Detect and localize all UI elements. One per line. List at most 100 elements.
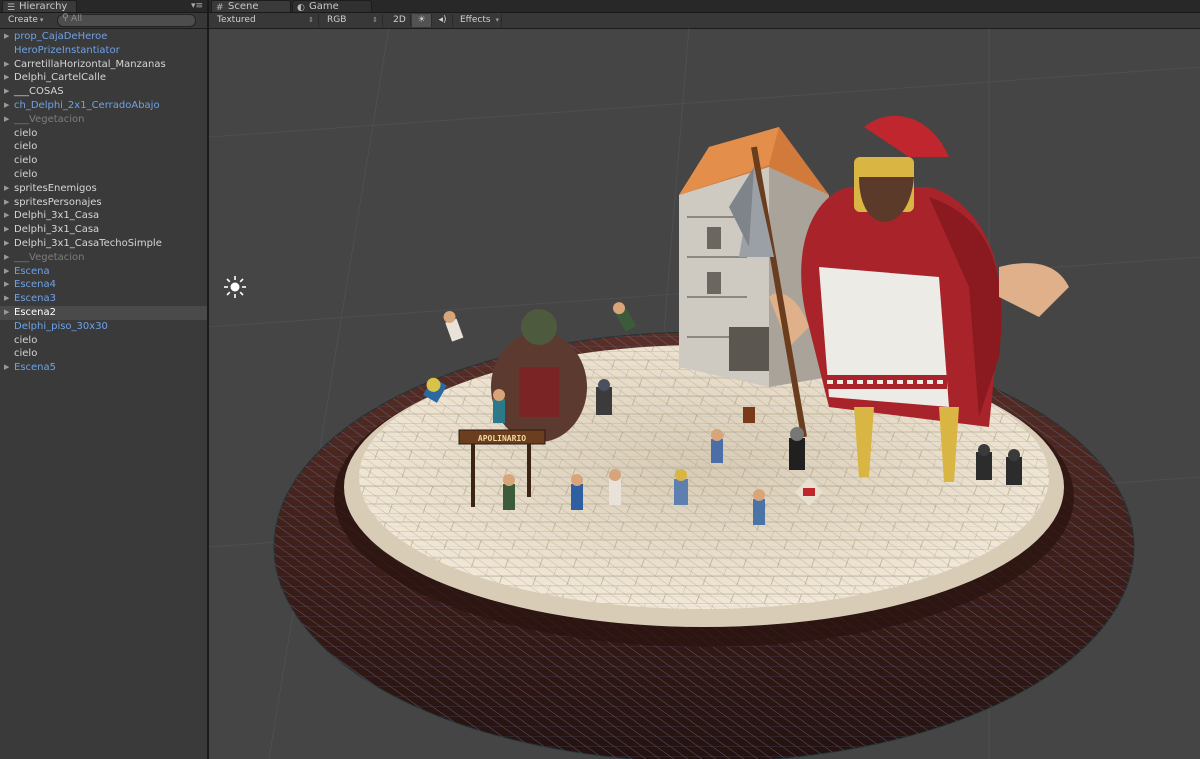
create-button[interactable]: Create ▾ <box>4 14 47 27</box>
hierarchy-item-label: Escena3 <box>14 293 57 305</box>
search-placeholder: All <box>71 14 83 24</box>
hierarchy-item-label: Delphi_CartelCalle <box>14 72 106 84</box>
hierarchy-item-label: Delphi_piso_30x30 <box>14 320 108 332</box>
toggle-2d-button[interactable]: 2D <box>389 14 411 27</box>
hierarchy-item-label: Escena2 <box>14 306 57 318</box>
expand-arrow-icon[interactable]: ▶ <box>4 306 9 320</box>
hierarchy-item[interactable]: ▶ Delphi_3x1_Casa <box>0 223 207 237</box>
hierarchy-item[interactable]: ▶ Escena2 <box>0 305 207 320</box>
speaker-icon: ◂) <box>438 15 447 25</box>
expand-arrow-icon[interactable]: ▶ <box>4 71 9 85</box>
hierarchy-item[interactable]: cielo <box>0 127 207 141</box>
hierarchy-item[interactable]: cielo <box>0 334 207 348</box>
effects-label: Effects <box>460 15 491 25</box>
expand-arrow-icon[interactable]: ▶ <box>4 113 9 127</box>
hierarchy-item[interactable]: ▶ ch_Delphi_2x1_CerradoAbajo <box>0 99 207 113</box>
hierarchy-item-label: cielo <box>14 127 38 139</box>
hierarchy-item-label: ___Vegetacion <box>14 113 85 125</box>
hierarchy-item-label: Escena5 <box>14 362 57 374</box>
hierarchy-panel: ☰ Hierarchy ▾≡ Create ▾ ⚲ All ▶ prop_CajaD… <box>0 0 209 759</box>
create-button-label: Create <box>8 15 38 25</box>
hierarchy-item[interactable]: ▶ Escena <box>0 265 207 279</box>
tab-scene[interactable]: # Scene <box>211 0 291 13</box>
hierarchy-item-label: prop_CajaDeHeroe <box>14 31 108 42</box>
expand-arrow-icon[interactable]: ▶ <box>4 85 9 99</box>
tab-game[interactable]: ◐ Game <box>292 0 372 13</box>
hierarchy-item[interactable]: Delphi_piso_30x30 <box>0 320 207 334</box>
effects-dropdown[interactable]: Effects ▾ <box>456 14 502 27</box>
hierarchy-item-label: Delphi_3x1_Casa <box>14 210 100 222</box>
hierarchy-item[interactable]: cielo <box>0 140 207 154</box>
hierarchy-item[interactable]: ▶ spritesEnemigos <box>0 182 207 196</box>
hierarchy-item-label: cielo <box>14 348 38 360</box>
hierarchy-item-label: ___COSAS <box>14 86 64 98</box>
tab-hierarchy-label: Hierarchy <box>19 1 68 12</box>
hierarchy-item-label: cielo <box>14 155 38 167</box>
hierarchy-item[interactable]: HeroPrizeInstantiator <box>0 44 207 58</box>
render-mode-dropdown[interactable]: RGB ⇕ <box>323 14 383 27</box>
expand-arrow-icon[interactable]: ▶ <box>4 58 9 72</box>
hierarchy-item-label: spritesEnemigos <box>14 182 97 194</box>
expand-arrow-icon[interactable]: ▶ <box>4 292 9 306</box>
panel-menu-icon[interactable]: ▾≡ <box>191 0 203 12</box>
hierarchy-item[interactable]: ▶ Delphi_3x1_CasaTechoSimple <box>0 237 207 251</box>
hierarchy-item-label: ___Vegetacion <box>14 251 85 263</box>
hierarchy-item-label: spritesPersonajes <box>14 196 102 208</box>
expand-arrow-icon[interactable]: ▶ <box>4 209 9 223</box>
hierarchy-item[interactable]: ▶ Escena3 <box>0 292 207 306</box>
directional-light-icon[interactable] <box>223 275 247 299</box>
chevron-down-icon: ▾ <box>495 16 499 24</box>
audio-toggle[interactable]: ◂) <box>433 14 453 27</box>
hierarchy-item[interactable]: ▶ Delphi_CartelCalle <box>0 71 207 85</box>
expand-arrow-icon[interactable]: ▶ <box>4 278 9 292</box>
hierarchy-item-label: CarretillaHorizontal_Manzanas <box>14 58 166 70</box>
hierarchy-item[interactable]: ▶ CarretillaHorizontal_Manzanas <box>0 58 207 72</box>
hierarchy-item[interactable]: ▶ Escena4 <box>0 278 207 292</box>
draw-mode-value: Textured <box>217 15 256 25</box>
hierarchy-item[interactable]: cielo <box>0 168 207 182</box>
hierarchy-item[interactable]: ▶ ___Vegetacion <box>0 113 207 127</box>
hierarchy-item[interactable]: ▶ Delphi_3x1_Casa <box>0 209 207 223</box>
chevron-down-icon: ▾ <box>39 16 44 24</box>
lighting-toggle[interactable]: ☀ <box>412 14 432 27</box>
updown-arrow-icon: ⇕ <box>372 16 378 24</box>
expand-arrow-icon[interactable]: ▶ <box>4 361 9 375</box>
hierarchy-tabbar: ☰ Hierarchy ▾≡ <box>0 0 207 13</box>
hierarchy-item-label: cielo <box>14 168 38 180</box>
hierarchy-toolbar: Create ▾ ⚲ All <box>0 13 207 29</box>
expand-arrow-icon[interactable]: ▶ <box>4 196 9 210</box>
hierarchy-item[interactable]: ▶ spritesPersonajes <box>0 196 207 210</box>
hierarchy-item-label: Delphi_3x1_CasaTechoSimple <box>14 237 162 249</box>
draw-mode-dropdown[interactable]: Textured ⇕ <box>213 14 319 27</box>
expand-arrow-icon[interactable]: ▶ <box>4 251 9 265</box>
hierarchy-item-label: Escena4 <box>14 279 57 291</box>
search-icon: ⚲ <box>62 13 69 23</box>
hierarchy-item[interactable]: ▶ Escena5 <box>0 361 207 375</box>
hierarchy-item-label: Delphi_3x1_Casa <box>14 224 100 236</box>
expand-arrow-icon[interactable]: ▶ <box>4 223 9 237</box>
hierarchy-item[interactable]: cielo <box>0 347 207 361</box>
tab-scene-label: Scene <box>228 1 259 12</box>
hierarchy-item[interactable]: ▶ ___COSAS <box>0 85 207 99</box>
scene-tabbar: # Scene ◐ Game <box>209 0 1200 13</box>
scene-panel: # Scene ◐ Game Textured ⇕ RGB ⇕ 2D ☀ ◂) … <box>209 0 1200 759</box>
expand-arrow-icon[interactable]: ▶ <box>4 265 9 279</box>
tab-game-label: Game <box>309 1 339 12</box>
sun-icon: ☀ <box>417 15 426 25</box>
hierarchy-item[interactable]: ▶ ___Vegetacion <box>0 251 207 265</box>
hierarchy-item-label: HeroPrizeInstantiator <box>14 44 120 56</box>
hierarchy-item-label: cielo <box>14 334 38 346</box>
expand-arrow-icon[interactable]: ▶ <box>4 30 9 44</box>
hierarchy-item-label: Escena <box>14 265 50 277</box>
tab-hierarchy[interactable]: ☰ Hierarchy <box>2 0 77 13</box>
expand-arrow-icon[interactable]: ▶ <box>4 99 9 113</box>
scene-viewport[interactable]: APOLINARIO <box>209 27 1200 759</box>
scene-render: APOLINARIO <box>209 27 1200 759</box>
toggle-2d-label: 2D <box>393 15 406 25</box>
updown-arrow-icon: ⇕ <box>308 16 314 24</box>
hierarchy-item[interactable]: cielo <box>0 154 207 168</box>
search-input[interactable]: ⚲ All <box>57 13 196 27</box>
hierarchy-item[interactable]: ▶ prop_CajaDeHeroe <box>0 30 207 44</box>
expand-arrow-icon[interactable]: ▶ <box>4 237 9 251</box>
expand-arrow-icon[interactable]: ▶ <box>4 182 9 196</box>
